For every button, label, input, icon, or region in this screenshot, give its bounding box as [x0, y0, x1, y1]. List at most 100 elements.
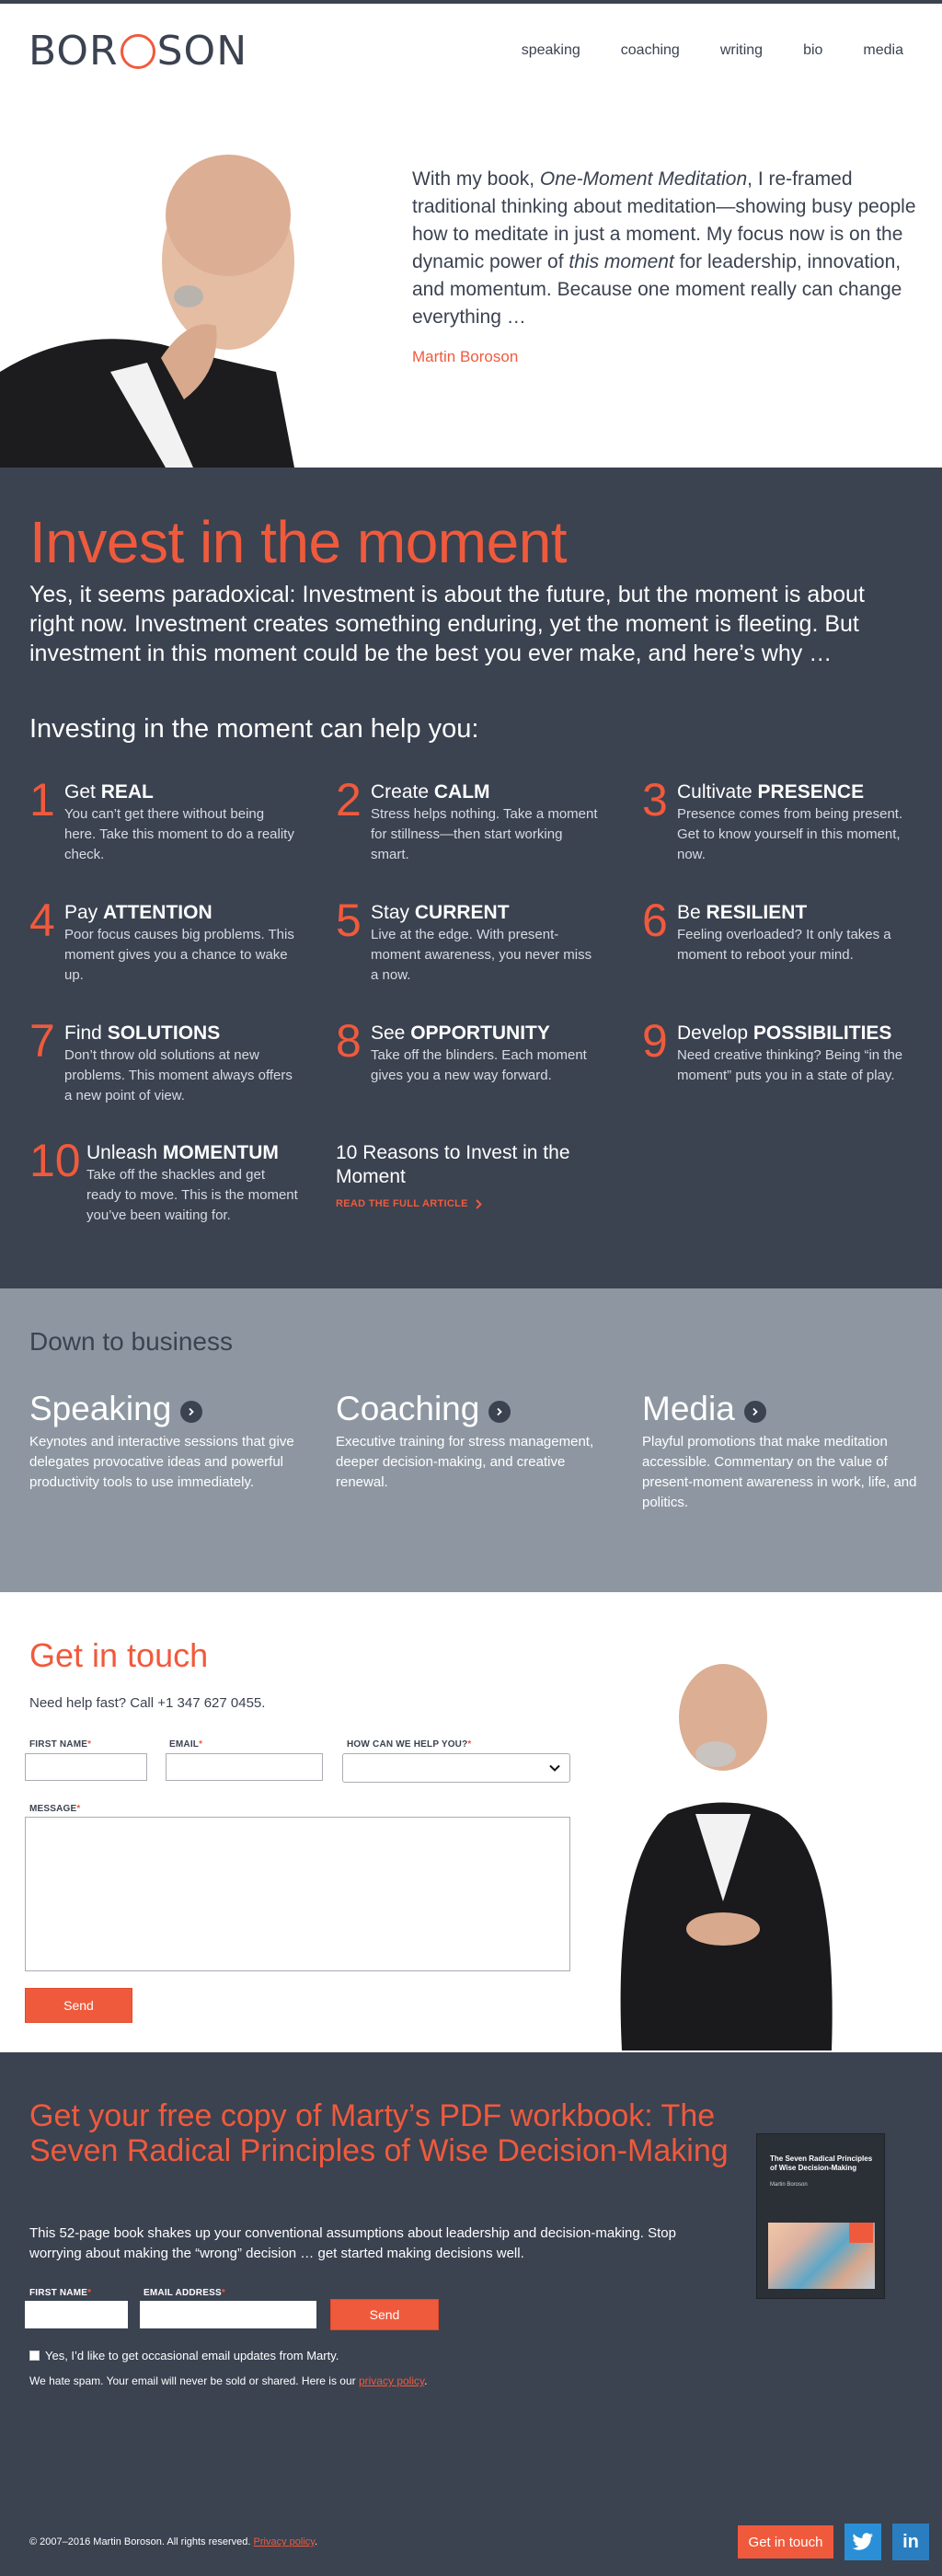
service-heading[interactable]: Coaching	[336, 1390, 612, 1428]
portrait-photo	[0, 96, 294, 468]
reason-title: Pay ATTENTION	[64, 901, 294, 925]
service-coaching: Coaching Executive training for stress m…	[336, 1390, 612, 1493]
message-field[interactable]	[25, 1817, 570, 1971]
reason-keyword: SOLUTIONS	[107, 1022, 221, 1044]
reason-desc: Don’t throw old solutions at new problem…	[64, 1047, 293, 1103]
footer-privacy-link[interactable]: Privacy policy	[254, 2536, 315, 2547]
workbook-section: Get your free copy of Marty’s PDF workbo…	[0, 2052, 942, 2426]
wb-first-name-label: FIRST NAME*	[29, 2288, 91, 2298]
reason-verb: Create	[371, 781, 430, 803]
reason-number: 10	[29, 1135, 81, 1186]
wb-first-name-field[interactable]	[25, 2301, 128, 2328]
invest-title: Invest in the moment	[29, 509, 568, 575]
wb-send-button[interactable]: Send	[330, 2299, 439, 2330]
reason-number: 3	[642, 774, 668, 826]
arrow-right-icon[interactable]	[743, 1401, 766, 1423]
contact-portrait-photo	[585, 1653, 933, 2050]
checkbox-label: Yes, I’d like to get occasional email up…	[45, 2349, 339, 2362]
reason-verb: Pay	[64, 902, 98, 923]
reason-keyword: CURRENT	[414, 902, 510, 923]
service-desc: Executive training for stress management…	[336, 1434, 594, 1490]
nav-coaching[interactable]: coaching	[621, 42, 680, 59]
main-nav: speaking coaching writing bio media	[481, 42, 903, 59]
required-mark: *	[87, 2288, 92, 2298]
reason-desc: Stress helps nothing. Take a moment for …	[371, 806, 598, 862]
hero-quote-emphasis: this moment	[569, 251, 674, 272]
reason-verb: Stay	[371, 902, 410, 923]
reason-number: 4	[29, 895, 55, 946]
read-more-link[interactable]: READ THE FULL ARTICLE	[336, 1198, 575, 1209]
article-link[interactable]: 10 Reasons to Invest in the Moment READ …	[336, 1141, 575, 1209]
reason-keyword: MOMENTUM	[162, 1142, 279, 1163]
privacy-policy-link[interactable]: privacy policy	[359, 2374, 424, 2387]
service-name[interactable]: Media	[642, 1390, 735, 1428]
nav-writing[interactable]: writing	[720, 42, 763, 59]
send-button[interactable]: Send	[25, 1988, 132, 2023]
hero-quote: With my book, One-Moment Meditation, I r…	[412, 166, 916, 331]
logo[interactable]: BOR SON	[29, 28, 247, 75]
reason-desc: Poor focus causes big problems. This mom…	[64, 927, 294, 983]
required-mark: *	[467, 1739, 472, 1750]
reason-verb: Find	[64, 1022, 102, 1044]
read-more-label[interactable]: READ THE FULL ARTICLE	[336, 1198, 468, 1209]
service-name[interactable]: Coaching	[336, 1390, 479, 1428]
nav-bio[interactable]: bio	[803, 42, 822, 59]
workbook-cover-image: The Seven Radical Principles of Wise Dec…	[756, 2133, 885, 2299]
arrow-right-icon[interactable]	[180, 1401, 203, 1423]
hero-section: With my book, One-Moment Meditation, I r…	[0, 96, 942, 468]
reason-number: 9	[642, 1015, 668, 1067]
first-name-label: FIRST NAME*	[29, 1739, 91, 1750]
article-link-title[interactable]: 10 Reasons to Invest in the Moment	[336, 1141, 575, 1189]
arrow-right-icon[interactable]	[488, 1401, 511, 1423]
reason-number: 6	[642, 895, 668, 946]
help-label: HOW CAN WE HELP YOU?*	[347, 1739, 472, 1750]
twitter-icon[interactable]	[844, 2524, 881, 2560]
reason-desc: Take off the blinders. Each moment gives…	[371, 1047, 587, 1083]
reason-verb: Develop	[677, 1022, 749, 1044]
service-heading[interactable]: Speaking	[29, 1390, 305, 1428]
reason-desc: Need creative thinking? Being “in the mo…	[677, 1047, 903, 1083]
help-select[interactable]	[342, 1753, 570, 1783]
reason-keyword: POSSIBILITIES	[752, 1022, 892, 1044]
reason-number: 5	[336, 895, 362, 946]
contact-section: Get in touch Need help fast? Call +1 347…	[0, 1592, 942, 2052]
chevron-right-icon	[476, 1198, 482, 1209]
service-name[interactable]: Speaking	[29, 1390, 171, 1428]
reason-number: 2	[336, 774, 362, 826]
logo-text-left: BOR	[29, 28, 119, 75]
email-field[interactable]	[166, 1753, 323, 1781]
reason-verb: Unleash	[86, 1142, 158, 1163]
reason-keyword: REAL	[100, 781, 154, 803]
label-text: FIRST NAME	[29, 1739, 88, 1750]
label-text: FIRST NAME	[29, 2288, 88, 2298]
required-mark: *	[76, 1804, 81, 1814]
service-speaking: Speaking Keynotes and interactive sessio…	[29, 1390, 305, 1493]
logo-ring-icon	[120, 33, 155, 69]
reason-title: Unleash MOMENTUM	[86, 1141, 300, 1165]
get-in-touch-button[interactable]: Get in touch	[738, 2525, 833, 2559]
reason-title: Get REAL	[64, 780, 294, 804]
workbook-title: Get your free copy of Marty’s PDF workbo…	[29, 2098, 729, 2168]
reason-title: Find SOLUTIONS	[64, 1022, 294, 1045]
contact-phone: Need help fast? Call +1 347 627 0455.	[29, 1695, 266, 1711]
wb-email-label: EMAIL ADDRESS*	[144, 2288, 225, 2298]
first-name-field[interactable]	[25, 1753, 147, 1781]
linkedin-icon[interactable]: in	[892, 2524, 929, 2560]
spam-text: We hate spam. Your email will never be s…	[29, 2374, 359, 2387]
reason-number: 7	[29, 1015, 55, 1067]
label-text: HOW CAN WE HELP YOU?	[347, 1739, 468, 1750]
nav-media[interactable]: media	[863, 42, 903, 59]
nav-speaking[interactable]: speaking	[522, 42, 580, 59]
reason-desc: Presence comes from being present. Get t…	[677, 806, 903, 862]
hero-quote-part: With my book,	[412, 168, 540, 190]
label-text: EMAIL	[169, 1739, 200, 1750]
workbook-blurb: This 52-page book shakes up your convent…	[29, 2225, 676, 2261]
reason-title: Develop POSSIBILITIES	[677, 1022, 907, 1045]
wb-email-field[interactable]	[140, 2301, 316, 2328]
updates-checkbox-row[interactable]: Yes, I’d like to get occasional email up…	[29, 2349, 339, 2362]
reason-keyword: CALM	[433, 781, 490, 803]
reason-title: Cultivate PRESENCE	[677, 780, 907, 804]
updates-checkbox[interactable]	[29, 2351, 40, 2361]
service-heading[interactable]: Media	[642, 1390, 918, 1428]
reason-verb: Cultivate	[677, 781, 752, 803]
